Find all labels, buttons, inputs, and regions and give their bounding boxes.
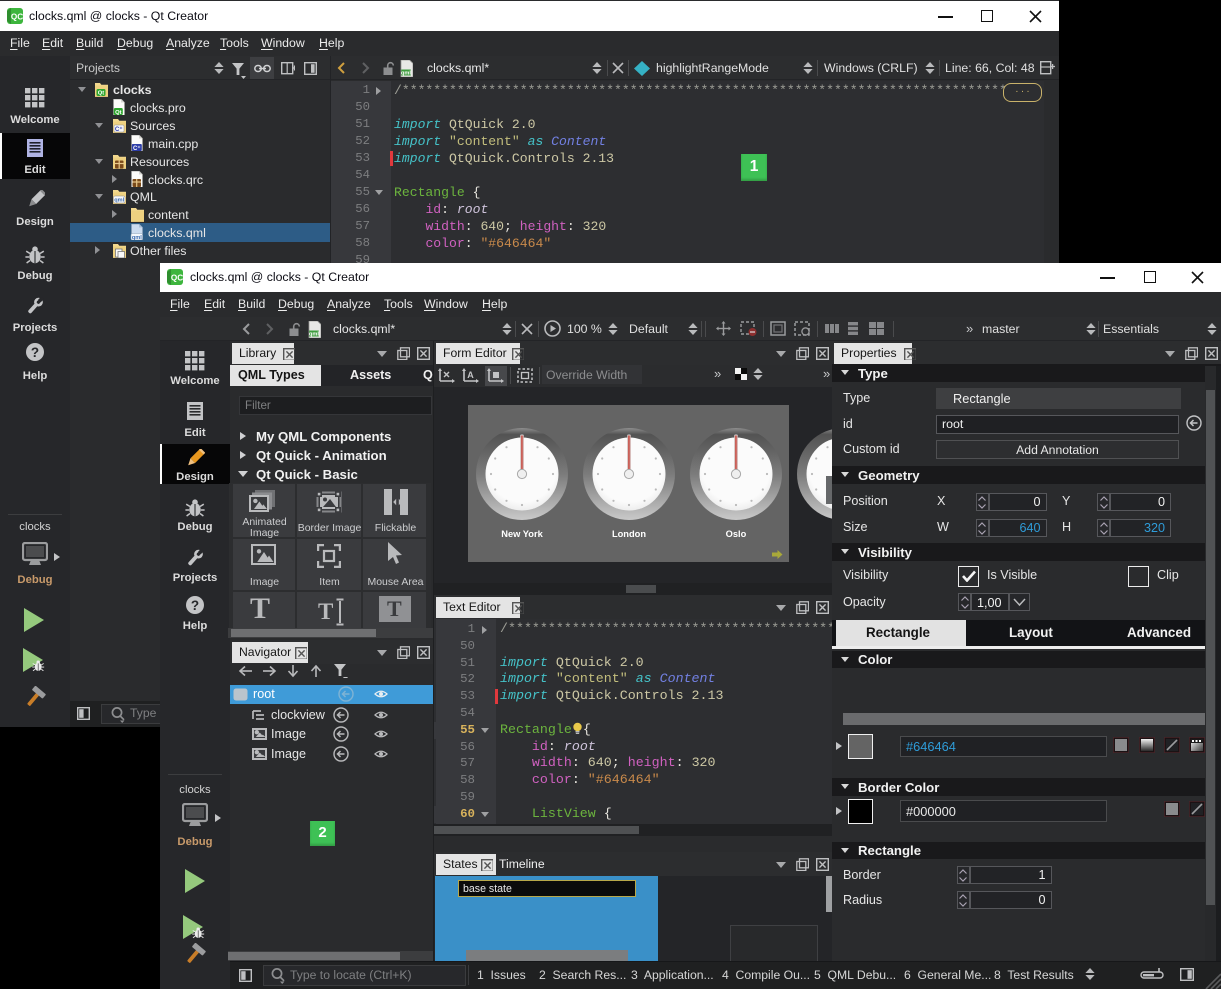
svg-text:qml: qml (114, 198, 124, 204)
svg-text:QC: QC (171, 274, 183, 283)
svg-text:A: A (467, 370, 474, 380)
svg-text:qml: qml (401, 70, 411, 76)
svg-text:?: ? (191, 598, 199, 613)
svg-text:Qt: Qt (115, 110, 122, 115)
svg-text:QC: QC (11, 13, 23, 22)
svg-text:C⁺: C⁺ (133, 144, 141, 150)
svg-text:qml: qml (132, 235, 142, 240)
svg-text:C⁺: C⁺ (115, 126, 123, 133)
svg-text:Qt: Qt (98, 91, 105, 97)
svg-text:qml: qml (309, 331, 319, 337)
svg-text:?: ? (31, 345, 39, 360)
